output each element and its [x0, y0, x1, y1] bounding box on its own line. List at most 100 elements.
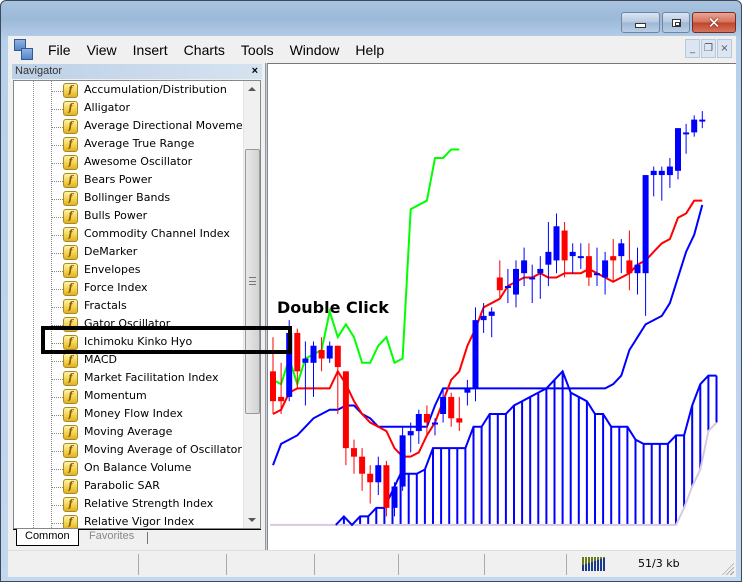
bull-candle — [683, 132, 690, 135]
indicator-item[interactable]: f Alligator — [14, 100, 244, 118]
bull-candle — [391, 486, 398, 508]
mdi-minimize-button[interactable]: _ — [685, 39, 700, 58]
menu-help[interactable]: Help — [347, 42, 392, 58]
indicator-label: Bears Power — [84, 173, 153, 186]
indicator-function-icon: f — [63, 245, 78, 260]
tree-connector — [52, 235, 63, 236]
indicator-function-icon: f — [63, 515, 78, 528]
menu-tools[interactable]: Tools — [233, 42, 282, 58]
indicator-item[interactable]: f Fractals — [14, 298, 244, 316]
indicator-item[interactable]: f Moving Average of Oscillator — [14, 442, 244, 460]
tab-favorites[interactable]: Favorites — [81, 529, 142, 546]
indicator-function-icon: f — [63, 209, 78, 224]
chikou-span-line — [272, 148, 460, 388]
bull-candle — [553, 226, 560, 261]
navigator-header: Navigator × — [12, 64, 262, 79]
indicator-label: Commodity Channel Index — [84, 227, 230, 240]
scroll-up-icon[interactable] — [248, 87, 256, 91]
navigator-panel: Navigator × f Accumulation/Distribution f A… — [8, 63, 266, 550]
terminal-window: ✕ File View Insert Charts Tools Window H… — [0, 0, 742, 582]
tree-connector — [52, 469, 63, 470]
tab-common[interactable]: Common — [16, 529, 79, 546]
tree-connector — [52, 217, 63, 218]
bull-candle — [415, 414, 422, 432]
indicator-label: DeMarker — [84, 245, 138, 258]
tab-separator — [147, 532, 148, 544]
tree-connector — [52, 253, 63, 254]
bull-candle — [480, 315, 487, 321]
indicator-label: Fractals — [84, 299, 127, 312]
bear-candle — [359, 456, 366, 474]
indicator-label: Alligator — [84, 101, 130, 114]
indicator-item[interactable]: f Bulls Power — [14, 208, 244, 226]
bull-candle — [699, 119, 706, 122]
bull-candle — [569, 251, 576, 257]
indicator-item[interactable]: f Money Flow Index — [14, 406, 244, 424]
indicator-function-icon: f — [63, 371, 78, 386]
indicator-function-icon: f — [63, 137, 78, 152]
indicator-item[interactable]: f DeMarker — [14, 244, 244, 262]
indicator-item[interactable]: f Relative Vigor Index — [14, 514, 244, 528]
mdi-close-button[interactable]: × — [717, 39, 732, 58]
indicator-item[interactable]: f Commodity Channel Index — [14, 226, 244, 244]
window-close-button[interactable]: ✕ — [692, 12, 736, 33]
menu-window[interactable]: Window — [282, 42, 348, 58]
scrollbar-thumb[interactable] — [245, 149, 260, 414]
indicator-item[interactable]: f Market Facilitation Index — [14, 370, 244, 388]
navigator-scrollbar[interactable] — [243, 81, 260, 528]
menu-charts[interactable]: Charts — [176, 42, 233, 58]
indicator-item[interactable]: f On Balance Volume — [14, 460, 244, 478]
bear-candle — [496, 277, 503, 291]
scroll-down-icon[interactable] — [248, 518, 256, 522]
indicator-label: Envelopes — [84, 263, 141, 276]
bear-candle — [423, 414, 430, 423]
indicator-list: f Accumulation/Distribution f Alligator f Ave… — [14, 82, 254, 528]
signal-bar — [597, 557, 599, 571]
navigator-tabs: Common Favorites — [13, 529, 261, 546]
indicator-item[interactable]: f Parabolic SAR — [14, 478, 244, 496]
indicator-function-icon: f — [63, 389, 78, 404]
indicator-function-icon: f — [63, 425, 78, 440]
connection-status-icon — [582, 557, 606, 571]
indicator-item[interactable]: f Relative Strength Index — [14, 496, 244, 514]
menu-insert[interactable]: Insert — [125, 42, 176, 58]
indicator-item[interactable]: f Bollinger Bands — [14, 190, 244, 208]
bear-candle — [270, 371, 276, 402]
indicator-label: Relative Strength Index — [84, 497, 214, 510]
navigator-close-button[interactable]: × — [252, 64, 258, 79]
window-minimize-button[interactable] — [621, 12, 660, 33]
navigator-title: Navigator — [15, 65, 63, 77]
tree-connector — [52, 523, 63, 524]
indicator-function-icon: f — [63, 227, 78, 242]
status-separator — [398, 554, 399, 575]
bear-candle — [561, 230, 568, 261]
indicator-item[interactable]: f Average Directional Movement — [14, 118, 254, 136]
indicator-label: Moving Average — [84, 425, 173, 438]
indicator-item[interactable]: f Moving Average — [14, 424, 244, 442]
window-maximize-button[interactable] — [662, 12, 690, 33]
menu-file[interactable]: File — [40, 42, 79, 58]
menu-view[interactable]: View — [79, 42, 125, 58]
app-icon[interactable] — [14, 38, 34, 61]
bull-candle — [440, 396, 447, 414]
indicator-item[interactable]: f Bears Power — [14, 172, 244, 190]
indicator-item[interactable]: f Force Index — [14, 280, 244, 298]
bull-candle — [464, 388, 471, 393]
indicator-item[interactable]: f Awesome Oscillator — [14, 154, 244, 172]
indicator-label: Average Directional Movement — [84, 119, 254, 132]
indicator-item[interactable]: f Average True Range — [14, 136, 244, 154]
signal-bar — [588, 557, 590, 571]
signal-bar — [591, 557, 593, 571]
indicator-label: Average True Range — [84, 137, 195, 150]
bear-candle — [448, 396, 455, 419]
indicator-item[interactable]: f MACD — [14, 352, 244, 370]
resize-grip[interactable] — [722, 563, 734, 575]
bear-candle — [456, 418, 463, 423]
indicator-label: Bulls Power — [84, 209, 148, 222]
indicator-item[interactable]: f Envelopes — [14, 262, 244, 280]
indicator-item[interactable]: f Momentum — [14, 388, 244, 406]
mdi-restore-button[interactable]: ❐ — [701, 39, 716, 58]
indicator-item[interactable]: f Accumulation/Distribution — [14, 82, 244, 100]
bull-candle — [658, 170, 665, 176]
bear-candle — [610, 256, 617, 261]
